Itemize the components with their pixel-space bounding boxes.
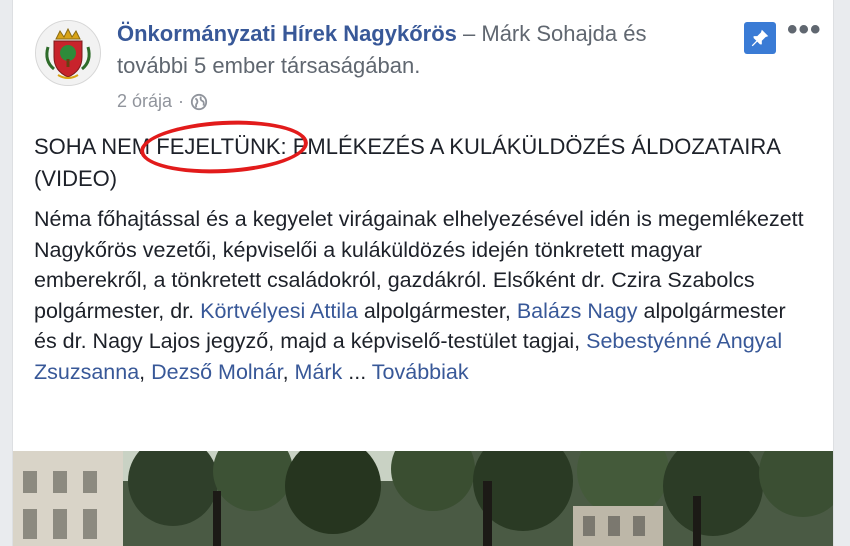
mention-link[interactable]: Körtvélyesi Attila [200, 299, 358, 323]
post-card: Önkormányzati Hírek Nagykőrös – Márk Soh… [12, 0, 834, 546]
body-text-4: , [139, 359, 152, 384]
post-video-thumbnail[interactable] [13, 451, 833, 546]
title-start: SOHA NEM [34, 134, 157, 159]
post-meta: 2 órája · [117, 91, 208, 112]
pin-icon [751, 29, 769, 47]
globe-icon[interactable] [190, 93, 208, 111]
post-title: SOHA NEM FEJELTÜNK: EMLÉKEZÉS A KULÁKÜLD… [34, 116, 794, 195]
body-text-5: , [282, 359, 295, 384]
mention-link[interactable]: Balázs Nagy [517, 299, 638, 323]
coat-of-arms-icon [36, 21, 100, 85]
video-preview-image [13, 451, 833, 546]
body-text-2: alpolgármester, [357, 298, 517, 323]
red-circle-annotation [139, 116, 310, 178]
highlighted-word: FEJELTÜNK: [139, 116, 310, 178]
pin-button[interactable] [744, 22, 776, 54]
meta-separator: · [178, 91, 185, 111]
mention-link[interactable]: Márk [295, 360, 343, 384]
post-body: Néma főhajtással és a kegyelet virágaina… [34, 204, 814, 388]
timestamp[interactable]: 2 órája [117, 91, 172, 112]
page-avatar[interactable] [35, 20, 101, 86]
see-more-link[interactable]: Továbbiak [372, 360, 469, 384]
body-text-6: ... [342, 359, 372, 384]
post-header: Önkormányzati Hírek Nagykőrös – Márk Soh… [117, 18, 717, 82]
page-name-link[interactable]: Önkormányzati Hírek Nagykőrös [117, 21, 457, 46]
more-options-icon[interactable]: ••• [787, 15, 822, 45]
mention-link[interactable]: Dezső Molnár [151, 360, 282, 384]
